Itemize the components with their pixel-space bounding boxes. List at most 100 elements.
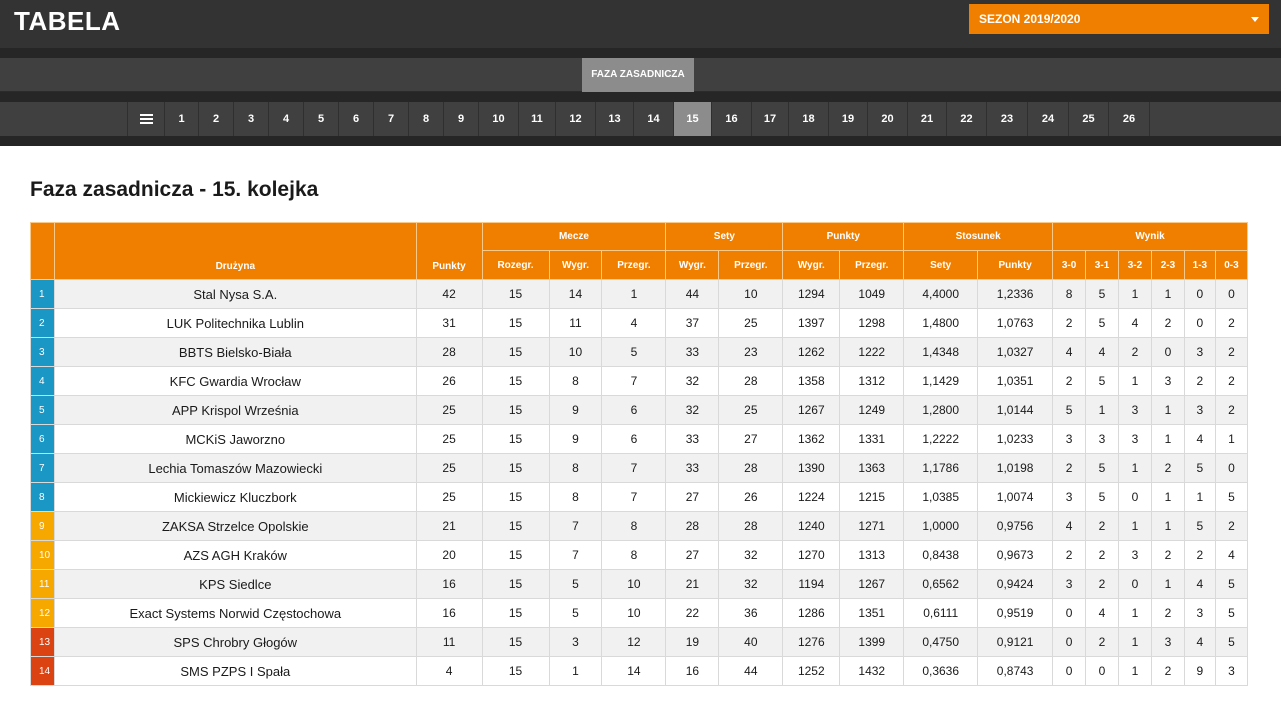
round-button[interactable]: 25 — [1069, 102, 1109, 136]
team-name-cell: Stal Nysa S.A. — [54, 279, 417, 309]
stat-cell: 3 — [1184, 337, 1216, 367]
round-button[interactable]: 10 — [479, 102, 519, 136]
round-button[interactable]: 23 — [987, 102, 1028, 136]
stat-cell: 2 — [1151, 308, 1185, 338]
table-row: 6 MCKiS Jaworzno 25 15 9 6 33 27 1362 1331 1,2222 1… — [30, 424, 1249, 454]
stat-cell: 11 — [416, 627, 483, 657]
stat-cell: 16 — [665, 656, 720, 686]
round-button[interactable]: 6 — [339, 102, 374, 136]
round-button[interactable]: 9 — [444, 102, 479, 136]
round-button[interactable]: 13 — [596, 102, 634, 136]
stat-cell: 5 — [1085, 482, 1119, 512]
team-name-cell: Lechia Tomaszów Mazowiecki — [54, 453, 417, 483]
team-name-cell: Mickiewicz Kluczbork — [54, 482, 417, 512]
round-button[interactable]: 14 — [634, 102, 674, 136]
stat-cell: 1298 — [839, 308, 905, 338]
stat-cell: 1,0233 — [977, 424, 1054, 454]
stat-cell: 1276 — [782, 627, 841, 657]
stat-cell: 0 — [1215, 453, 1249, 483]
stat-cell: 5 — [549, 598, 603, 628]
season-select-label: SEZON 2019/2020 — [979, 12, 1081, 26]
stat-cell: 4 — [1184, 627, 1216, 657]
position-cell: 12 — [30, 598, 55, 628]
stat-cell: 2 — [1151, 540, 1185, 570]
stat-cell: 1 — [1151, 569, 1185, 599]
round-button[interactable]: 5 — [304, 102, 339, 136]
stat-cell: 4,4000 — [903, 279, 979, 309]
round-button[interactable]: 24 — [1028, 102, 1069, 136]
round-button[interactable]: 21 — [908, 102, 947, 136]
stat-cell: 2 — [1085, 540, 1119, 570]
stat-cell: 1 — [1151, 279, 1185, 309]
stat-cell: 5 — [549, 569, 603, 599]
stat-cell: 2 — [1215, 395, 1249, 425]
stat-cell: 1 — [1118, 656, 1152, 686]
stat-cell: 8 — [1052, 279, 1087, 309]
hamburger-menu-icon[interactable] — [127, 102, 165, 136]
stat-cell: 31 — [416, 308, 483, 338]
stat-cell: 15 — [482, 482, 550, 512]
round-button[interactable]: 19 — [829, 102, 868, 136]
round-button[interactable]: 8 — [409, 102, 444, 136]
stat-cell: 1249 — [839, 395, 905, 425]
stat-cell: 3 — [1052, 569, 1087, 599]
stat-cell: 5 — [1052, 395, 1087, 425]
round-button[interactable]: 1 — [165, 102, 199, 136]
stat-cell: 1 — [1118, 279, 1152, 309]
position-cell: 6 — [30, 424, 55, 454]
stat-cell: 3 — [1151, 627, 1185, 657]
stat-cell: 1,0144 — [977, 395, 1054, 425]
round-button[interactable]: 17 — [752, 102, 789, 136]
round-button[interactable]: 3 — [234, 102, 269, 136]
stat-cell: 15 — [482, 453, 550, 483]
stat-cell: 0,9121 — [977, 627, 1054, 657]
stat-cell: 1267 — [782, 395, 841, 425]
position-cell: 11 — [30, 569, 55, 599]
stat-cell: 1 — [601, 279, 667, 309]
stat-cell: 1,0000 — [903, 511, 979, 541]
table-row: 11 KPS Siedlce 16 15 5 10 21 32 1194 1267 0,6562 0,… — [30, 569, 1249, 599]
position-cell: 5 — [30, 395, 55, 425]
stat-cell: 6 — [601, 395, 667, 425]
header-position — [30, 222, 55, 280]
stat-cell: 4 — [1215, 540, 1249, 570]
stat-cell: 1215 — [839, 482, 905, 512]
season-select[interactable]: SEZON 2019/2020 — [969, 4, 1269, 34]
stat-cell: 2 — [1184, 540, 1216, 570]
subheader-cell: Punkty — [977, 250, 1054, 280]
round-button[interactable]: 12 — [556, 102, 596, 136]
stat-cell: 2 — [1151, 598, 1185, 628]
stat-cell: 16 — [416, 598, 483, 628]
round-button[interactable]: 2 — [199, 102, 234, 136]
stat-cell: 11 — [549, 308, 603, 338]
round-button[interactable]: 7 — [374, 102, 409, 136]
round-button[interactable]: 4 — [269, 102, 304, 136]
stat-cell: 21 — [665, 569, 720, 599]
team-name-cell: Exact Systems Norwid Częstochowa — [54, 598, 417, 628]
subheader-cell: Rozegr. — [481, 250, 550, 280]
stat-cell: 15 — [482, 366, 550, 396]
stat-cell: 4 — [601, 308, 667, 338]
position-cell: 4 — [30, 366, 55, 396]
stat-cell: 32 — [665, 395, 720, 425]
stat-cell: 28 — [416, 337, 483, 367]
stat-cell: 3 — [1085, 424, 1119, 454]
stat-cell: 1 — [1118, 598, 1152, 628]
stat-cell: 1194 — [782, 569, 841, 599]
round-button[interactable]: 22 — [947, 102, 987, 136]
stat-cell: 33 — [665, 453, 720, 483]
stat-cell: 0 — [1151, 337, 1185, 367]
round-button[interactable]: 18 — [789, 102, 829, 136]
round-button[interactable]: 20 — [868, 102, 908, 136]
stat-cell: 44 — [718, 656, 784, 686]
stat-cell: 1252 — [782, 656, 841, 686]
stat-cell: 25 — [718, 395, 784, 425]
stat-cell: 1358 — [782, 366, 841, 396]
round-button[interactable]: 16 — [712, 102, 752, 136]
tab-faza-zasadnicza[interactable]: FAZA ZASADNICZA — [582, 58, 694, 92]
stat-cell: 2 — [1118, 337, 1152, 367]
round-button[interactable]: 26 — [1109, 102, 1150, 136]
round-button[interactable]: 11 — [519, 102, 556, 136]
stat-cell: 15 — [482, 337, 550, 367]
round-button[interactable]: 15 — [674, 102, 712, 136]
